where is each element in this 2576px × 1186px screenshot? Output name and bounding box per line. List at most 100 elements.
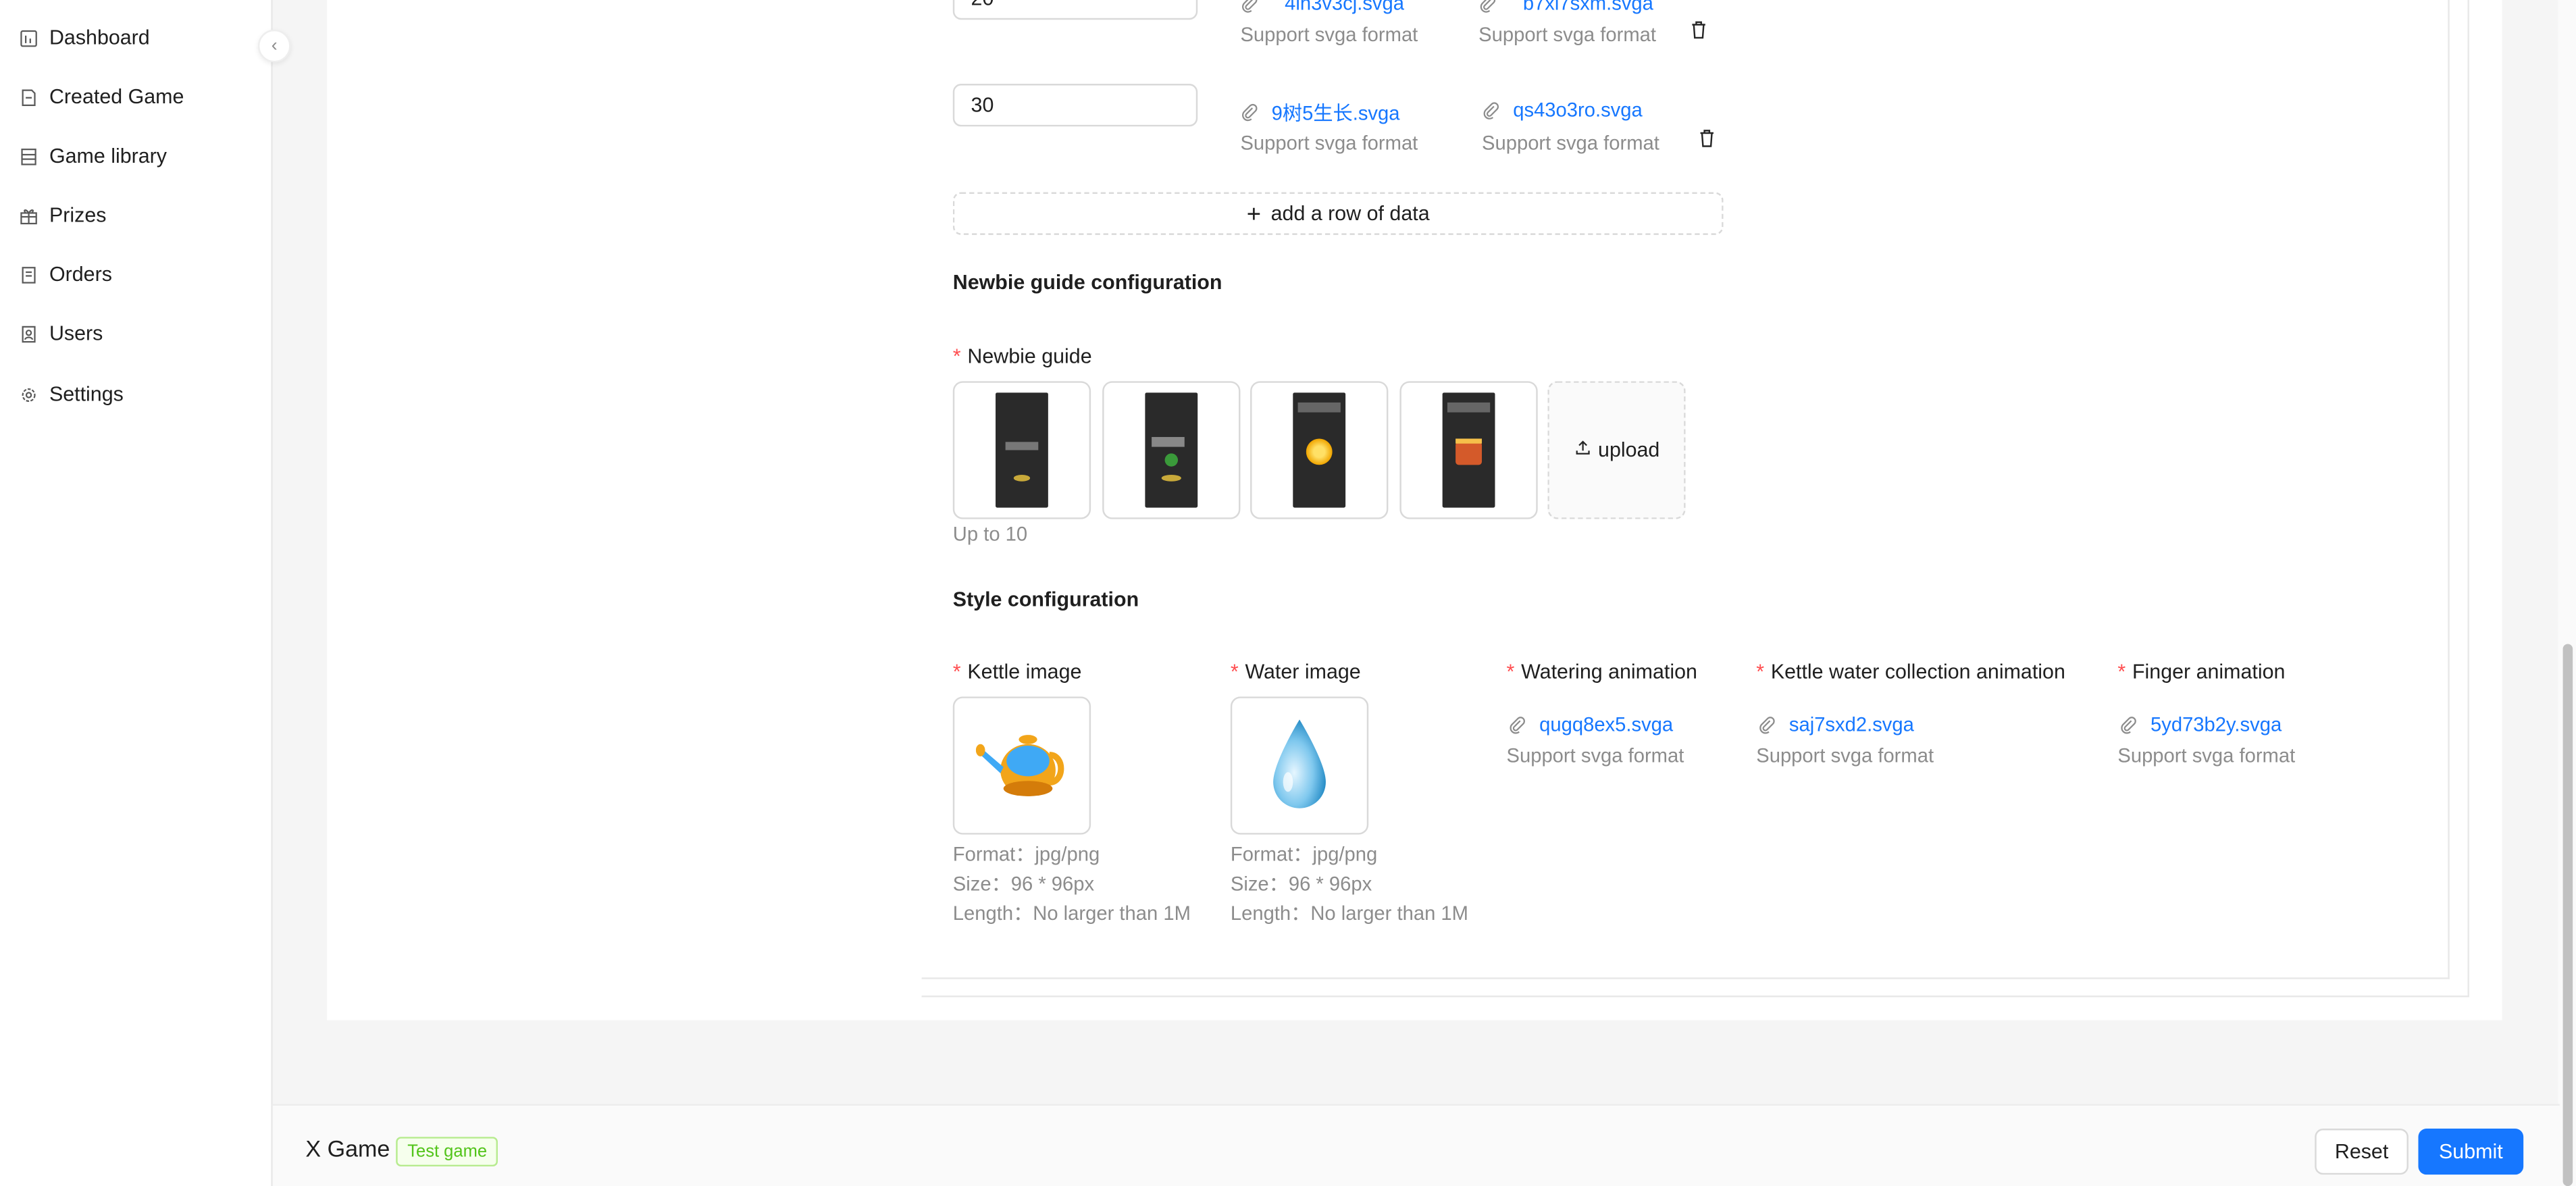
water-image-upload[interactable] <box>1230 696 1369 835</box>
required-mark: * <box>2117 660 2126 684</box>
row-file-link-1[interactable]: 4lh3v3cj.svga <box>1240 0 1404 15</box>
sidebar-item-label: Users <box>49 321 103 345</box>
paperclip-icon <box>1758 715 1776 733</box>
sidebar: Dashboard Created Game Game library Priz… <box>0 0 273 1186</box>
sidebar-item-orders[interactable]: Orders <box>20 258 112 291</box>
sidebar-item-label: Created Game <box>49 85 184 109</box>
kettle-size-hint: Size：96 * 96px <box>952 872 1095 896</box>
label-text: Water image <box>1245 660 1361 684</box>
watering-animation-file[interactable]: qugq8ex5.svga <box>1508 713 1673 736</box>
water-drop-icon <box>1273 719 1326 808</box>
sidebar-item-label: Dashboard <box>49 26 150 49</box>
file-name: saj7sxd2.svga <box>1788 713 1914 736</box>
sidebar-item-settings[interactable]: Settings <box>20 378 124 411</box>
kettle-image-upload[interactable] <box>952 696 1091 835</box>
guide-screenshot <box>1293 392 1346 508</box>
kettle-collection-animation-file[interactable]: saj7sxd2.svga <box>1758 713 1914 736</box>
delete-row-icon[interactable] <box>1697 128 1717 148</box>
kettle-length-hint: Length：No larger than 1M <box>952 902 1191 925</box>
row-value-input[interactable]: 30 <box>952 84 1198 127</box>
sidebar-item-label: Prizes <box>49 203 107 227</box>
finger-animation-file[interactable]: 5yd73b2y.svga <box>2119 713 2282 736</box>
page: Dashboard Created Game Game library Priz… <box>0 0 2576 1186</box>
guide-screenshot <box>1442 392 1495 508</box>
paperclip-icon <box>1240 0 1258 12</box>
submit-button[interactable]: Submit <box>2418 1129 2524 1175</box>
sidebar-item-game-library[interactable]: Game library <box>20 140 167 173</box>
newbie-guide-image-4[interactable] <box>1399 381 1538 519</box>
label-text: Kettle image <box>967 660 1082 684</box>
watering-animation-label: * Watering animation <box>1507 661 1697 684</box>
format-hint: Support svga format <box>1482 131 1659 155</box>
finger-format-hint: Support svga format <box>2117 744 2296 767</box>
file-name: qs43o3ro.svga <box>1513 98 1643 122</box>
file-name: 5yd73b2y.svga <box>2150 713 2282 736</box>
sidebar-item-label: Game library <box>49 145 168 168</box>
required-mark: * <box>1230 660 1239 684</box>
row-file-link-1[interactable]: 9树5生长.svga <box>1240 99 1399 126</box>
upload-limit-hint: Up to 10 <box>952 522 1028 546</box>
required-mark: * <box>1506 660 1515 684</box>
water-format-hint: Format：jpg/png <box>1230 842 1378 866</box>
kettle-collection-format-hint: Support svga format <box>1756 744 1934 767</box>
guide-screenshot <box>996 392 1048 508</box>
water-length-hint: Length：No larger than 1M <box>1230 902 1468 925</box>
water-image-label: * Water image <box>1231 661 1361 684</box>
add-row-label: add a row of data <box>1270 202 1430 226</box>
upload-button[interactable]: upload <box>1547 381 1686 519</box>
orders-icon <box>20 265 38 284</box>
required-mark: * <box>1756 660 1765 684</box>
label-text: Watering animation <box>1521 660 1697 684</box>
plus-icon: + <box>1246 199 1262 228</box>
gear-icon <box>20 385 38 403</box>
format-hint: Support svga format <box>1240 23 1418 47</box>
paperclip-icon <box>1240 103 1258 122</box>
scrollbar-thumb[interactable] <box>2562 644 2573 1186</box>
paperclip-icon <box>1478 0 1497 12</box>
library-icon <box>20 147 38 165</box>
dashboard-icon <box>20 29 38 47</box>
gift-icon <box>20 206 38 224</box>
water-size-hint: Size：96 * 96px <box>1230 872 1372 896</box>
newbie-guide-image-2[interactable] <box>1102 381 1241 519</box>
upload-icon <box>1574 438 1592 461</box>
footer-bar: X Game Test game Reset Submit <box>272 1104 2560 1186</box>
label-text: Kettle water collection animation <box>1770 660 2065 684</box>
newbie-guide-image-1[interactable] <box>952 381 1091 519</box>
kettle-format-hint: Format：jpg/png <box>952 842 1100 866</box>
label-text: Finger animation <box>2132 660 2286 684</box>
paperclip-icon <box>1508 715 1526 733</box>
label-text: Newbie guide <box>967 344 1092 368</box>
paperclip-icon <box>1482 101 1500 120</box>
finger-animation-label: * Finger animation <box>2117 661 2285 684</box>
watering-format-hint: Support svga format <box>1506 744 1684 767</box>
game-title: X Game <box>305 1135 390 1162</box>
users-icon <box>20 324 38 342</box>
upload-label: upload <box>1598 438 1660 462</box>
newbie-guide-label: * Newbie guide <box>953 345 1092 368</box>
row-value-input[interactable]: 20 <box>952 0 1198 20</box>
sidebar-item-label: Settings <box>49 382 124 406</box>
file-name: b7xi7sxm.svga <box>1522 0 1653 15</box>
newbie-guide-image-3[interactable] <box>1250 381 1389 519</box>
sidebar-item-prizes[interactable]: Prizes <box>20 199 106 232</box>
row-file-link-2[interactable]: qs43o3ro.svga <box>1482 99 1643 122</box>
kettle-collection-animation-label: * Kettle water collection animation <box>1756 661 2065 684</box>
sidebar-collapse-button[interactable]: ‹ <box>257 29 291 63</box>
kettle-image-label: * Kettle image <box>953 661 1082 684</box>
sidebar-item-users[interactable]: Users <box>20 317 103 350</box>
required-mark: * <box>952 660 961 684</box>
delete-row-icon[interactable] <box>1689 20 1709 39</box>
required-mark: * <box>952 344 961 368</box>
format-hint: Support svga format <box>1478 23 1657 47</box>
sidebar-item-dashboard[interactable]: Dashboard <box>20 22 150 55</box>
row-file-link-2[interactable]: b7xi7sxm.svga <box>1478 0 1653 15</box>
sidebar-item-created-game[interactable]: Created Game <box>20 80 184 113</box>
watering-can-icon <box>975 735 1064 796</box>
chevron-left-icon: ‹ <box>271 36 278 56</box>
add-row-button[interactable]: + add a row of data <box>952 192 1724 235</box>
reset-button[interactable]: Reset <box>2315 1129 2408 1175</box>
section-title-style: Style configuration <box>952 588 1139 611</box>
file-icon <box>20 88 38 106</box>
status-badge: Test game <box>396 1137 499 1167</box>
